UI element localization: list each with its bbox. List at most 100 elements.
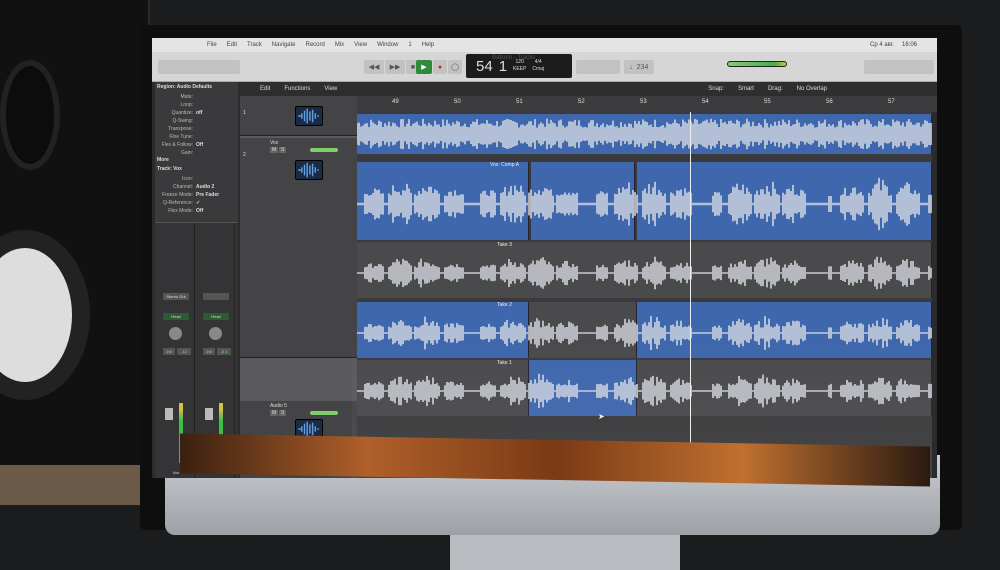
output-slot[interactable]: Stereo Out: [163, 293, 189, 300]
volume-fader[interactable]: [165, 408, 173, 420]
track-header[interactable]: 1: [240, 96, 357, 136]
ruler-bar-number: 56: [826, 99, 833, 105]
level-value: -0.1: [217, 348, 231, 355]
mute-button[interactable]: M: [270, 410, 279, 416]
browser-buttons[interactable]: [864, 60, 934, 74]
drag-select[interactable]: No Overlap: [797, 86, 827, 92]
waveform: [356, 373, 932, 409]
menu-item[interactable]: Navigate: [272, 42, 296, 48]
take-lane[interactable]: Take 2: [356, 302, 932, 359]
waveform-container: [356, 312, 932, 359]
rewind-button[interactable]: ◀◀: [364, 60, 384, 74]
track-volume-slider[interactable]: [310, 148, 338, 152]
tracks-area[interactable]: Vox: Comp A Take 3 Take 2 Take 1: [356, 112, 932, 478]
track-name: Audio 5: [270, 403, 287, 409]
count-in-button[interactable]: ♩234: [624, 60, 654, 74]
inspector-label: Transpose:: [168, 126, 193, 132]
ruler-bar-number: 50: [454, 99, 461, 105]
ruler-bar-number: 53: [640, 99, 647, 105]
cycle-button[interactable]: ◯: [448, 60, 462, 74]
waveform-container: [356, 116, 932, 157]
menu-item[interactable]: View: [354, 42, 367, 48]
play-button[interactable]: ▶: [416, 60, 432, 74]
count-label: ♩234: [629, 63, 649, 71]
record-button[interactable]: ●: [433, 60, 447, 74]
speaker-tweeter: [0, 60, 60, 170]
inspector-value[interactable]: off: [196, 110, 224, 116]
menu-item[interactable]: Window: [377, 42, 398, 48]
inspector-value[interactable]: Off: [196, 208, 224, 214]
bar-readout: 54: [476, 57, 493, 75]
level-value: -12: [177, 348, 191, 355]
inspector-value[interactable]: ✓: [196, 200, 224, 206]
track-header[interactable]: Vox 2 M S: [240, 138, 357, 358]
inspector-value[interactable]: Audio 2: [196, 184, 224, 190]
ruler-bar-number: 52: [578, 99, 585, 105]
inspector-label: Channel:: [172, 184, 193, 190]
track-volume-slider[interactable]: [310, 411, 338, 415]
ruler-bar-number: 49: [392, 99, 399, 105]
inspector-row: Q-Swing:: [157, 117, 236, 125]
functions-menu[interactable]: Functions: [284, 86, 310, 92]
volume-fader[interactable]: [205, 408, 213, 420]
monitor-stand-neck: [450, 530, 680, 570]
view-menu[interactable]: View: [324, 86, 337, 92]
bar-ruler[interactable]: 49 50 51 52 53 54 55 56 57: [357, 96, 937, 112]
take-lane[interactable]: Take 1: [356, 360, 932, 417]
menu-item[interactable]: 1: [408, 42, 411, 48]
waveform: [356, 315, 932, 351]
window-title: Batkum - Tracks: [492, 55, 536, 61]
inspector-value[interactable]: Off: [196, 142, 224, 148]
inspector-row: Q-Reference: ✓: [157, 199, 236, 207]
region-header[interactable]: Region: Audio Defaults: [157, 84, 236, 93]
control-bar: ◀◀ ▶▶ ■ ▶ ● ◯ 54 1 120 KEEP 4/4 Cmaj ♩234: [152, 52, 937, 82]
audio-region-lane[interactable]: [356, 114, 932, 157]
edit-menu[interactable]: Edit: [260, 86, 270, 92]
menu-item[interactable]: Mix: [335, 42, 344, 48]
inspector-row: Channel: Audio 2: [157, 183, 236, 191]
master-volume-slider[interactable]: [727, 61, 787, 67]
inspector-label: Gain:: [181, 150, 193, 156]
inspector-label: Fine Tune:: [169, 134, 193, 140]
automation-read[interactable]: Read: [203, 313, 229, 320]
pan-knob[interactable]: [169, 327, 182, 340]
take-label: Vox: Comp A: [490, 162, 519, 168]
forward-button[interactable]: ▶▶: [385, 60, 405, 74]
solo-button[interactable]: S: [279, 147, 287, 153]
inspector-label: Freeze Mode:: [162, 192, 193, 198]
take-lane[interactable]: Take 3: [356, 242, 932, 299]
menu-item[interactable]: Help: [422, 42, 434, 48]
menu-item[interactable]: Record: [305, 42, 324, 48]
waveform-container: [356, 252, 932, 299]
inspector-label: Flex Mode:: [168, 208, 193, 214]
pan-knob[interactable]: [209, 327, 222, 340]
logic-pro-window: File Edit Track Navigate Record Mix View Window…: [152, 38, 937, 478]
inspector-label: Quantize:: [171, 110, 193, 116]
snap-select[interactable]: Smart: [738, 86, 754, 92]
tuner-metronome-buttons[interactable]: [576, 60, 620, 74]
menu-item[interactable]: File: [207, 42, 217, 48]
automation-read[interactable]: Read: [163, 313, 189, 320]
inspector-value[interactable]: Pre Fader: [196, 192, 224, 198]
snap-label: Snap:: [708, 86, 724, 92]
solo-button[interactable]: S: [279, 410, 287, 416]
ruler-bar-number: 55: [764, 99, 771, 105]
inspector-row: Icon:: [157, 175, 236, 183]
waveform-container: [356, 172, 932, 241]
playhead[interactable]: [690, 112, 691, 478]
ruler-bar-number: 57: [888, 99, 895, 105]
output-slot[interactable]: [203, 293, 229, 300]
take-lane[interactable]: Vox: Comp A: [356, 162, 932, 241]
pan-value: 0.0: [203, 348, 215, 355]
mute-button[interactable]: M: [270, 147, 279, 153]
waveform-container: [356, 370, 932, 417]
inspector-row: Fine Tune:: [157, 133, 236, 141]
menu-item[interactable]: Track: [247, 42, 262, 48]
menu-item[interactable]: Edit: [227, 42, 237, 48]
ruler-bar-number: 51: [516, 99, 523, 105]
status-date: Ср 4 авг.: [869, 42, 894, 48]
take-label: Take 2: [497, 302, 512, 308]
menu-bar: File Edit Track Navigate Record Mix View Window…: [152, 38, 937, 52]
inspector-label: Mute:: [180, 94, 193, 100]
view-buttons[interactable]: [158, 60, 240, 74]
